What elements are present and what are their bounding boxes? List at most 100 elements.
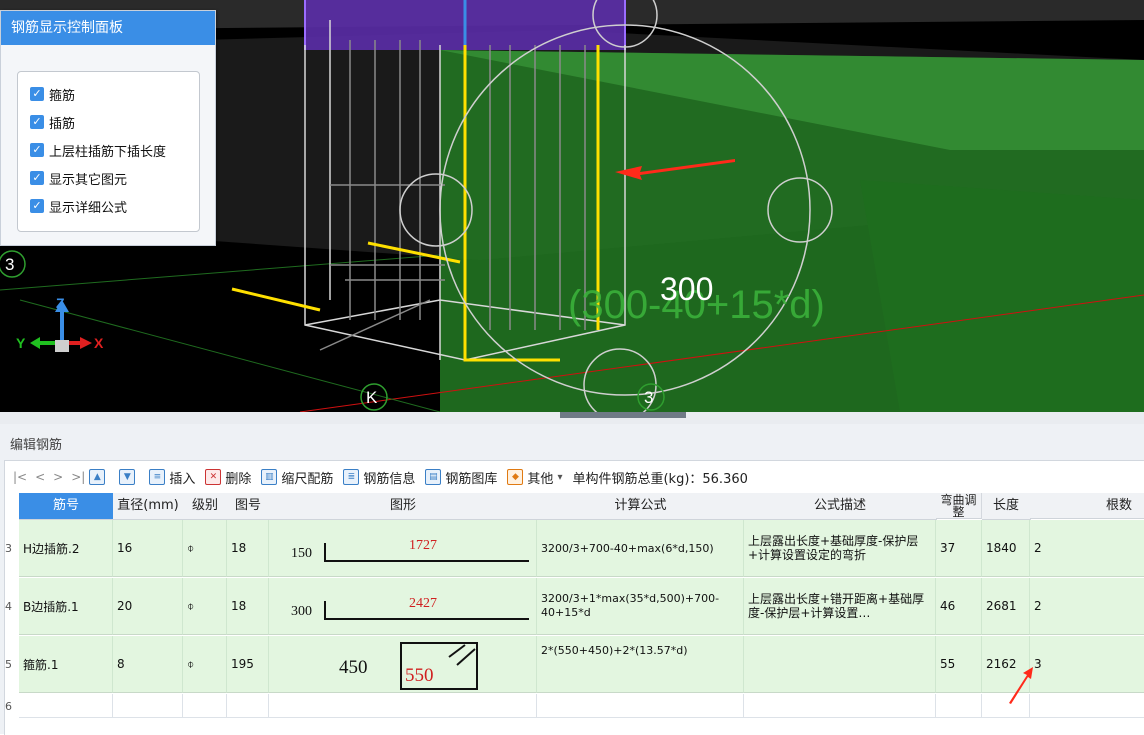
cell-length[interactable]: 1840 <box>982 520 1030 577</box>
checkbox-checked-icon[interactable]: ✓ <box>30 143 44 157</box>
col-header-bar-no[interactable]: 筋号 <box>19 493 114 520</box>
scale-rebar-button[interactable]: ▥ 缩尺配筋 <box>261 468 333 487</box>
other-label: 其他 <box>527 471 554 487</box>
nav-first-button[interactable]: |< <box>13 470 27 484</box>
cell-grade[interactable]: ⌽ <box>183 636 227 693</box>
cell-bend[interactable] <box>936 694 982 718</box>
col-header-length[interactable]: 长度 <box>982 493 1031 520</box>
shape-top-dim: 1727 <box>409 538 437 553</box>
axis-y-label: Y <box>16 335 26 351</box>
move-down-icon: ▼ <box>119 469 136 485</box>
axis-z-label: Z <box>56 295 65 311</box>
checkbox-checked-icon[interactable]: ✓ <box>30 87 44 101</box>
cell-grade[interactable]: ⌽ <box>183 520 227 577</box>
3d-viewport[interactable]: 3 K 3 (300-40+15*d) 300 Z X Y 钢筋显示控制面板 ✓… <box>0 0 1144 412</box>
checkbox-checked-icon[interactable]: ✓ <box>30 115 44 129</box>
row-number: 3 <box>5 542 12 555</box>
cell-formula[interactable]: 3200/3+700-40+max(6*d,150) <box>537 520 744 577</box>
scale-icon: ▥ <box>261 469 278 485</box>
cell-length[interactable]: 2681 <box>982 578 1030 635</box>
cell-grade[interactable] <box>183 694 227 718</box>
stirrup-shape-diagram: 450 550 <box>339 641 478 690</box>
cell-bend[interactable]: 55 <box>936 636 982 693</box>
axis-gizmo: Z X Y <box>16 295 104 352</box>
cell-bar-name[interactable]: B边插筋.1 <box>19 578 113 635</box>
control-panel-title: 钢筋显示控制面板 <box>1 11 215 45</box>
cell-shape[interactable]: 450 550 <box>269 636 537 693</box>
cell-grade[interactable]: ⌽ <box>183 578 227 635</box>
option-dowel[interactable]: ✓ 插筋 <box>30 112 75 132</box>
editor-title: 编辑钢筋 <box>10 438 63 453</box>
col-header-shape-no[interactable]: 图号 <box>227 493 270 520</box>
move-up-button[interactable]: ▲ <box>89 469 109 485</box>
cell-shape-no[interactable] <box>227 694 269 718</box>
axis-label-k: K <box>366 388 378 407</box>
row-number: 4 <box>5 600 12 613</box>
cell-formula[interactable]: 2*(550+450)+2*(13.57*d) <box>537 636 744 693</box>
cell-shape[interactable]: 150 1727 <box>269 520 537 577</box>
cell-diameter[interactable]: 8 <box>113 636 183 693</box>
cell-length[interactable] <box>982 694 1030 718</box>
delete-button[interactable]: ✕ 删除 <box>205 468 251 487</box>
cell-desc[interactable]: 上层露出长度+基础厚度-保护层+计算设置设定的弯折 <box>744 520 936 577</box>
cell-shape[interactable] <box>269 694 537 718</box>
insert-button[interactable]: ≡ 插入 <box>149 468 195 487</box>
cell-desc[interactable] <box>744 694 936 718</box>
delete-icon: ✕ <box>205 469 222 485</box>
shape-left-dim: 450 <box>339 657 368 678</box>
col-header-bend[interactable]: 弯曲调整 <box>936 493 982 519</box>
cell-formula[interactable] <box>537 694 744 718</box>
other-icon: ◆ <box>507 469 524 485</box>
rebar-display-control-panel: 钢筋显示控制面板 ✓ 箍筋 ✓ 插筋 ✓ 上层柱插筋下插长度 ✓ 显示其它图元 ✓ 显示详… <box>0 10 216 246</box>
col-header-count[interactable]: 根数 <box>1030 493 1144 519</box>
option-stirrup[interactable]: ✓ 箍筋 <box>30 84 75 104</box>
rebar-info-button[interactable]: ≣ 钢筋信息 <box>343 468 415 487</box>
cell-count[interactable]: 2 <box>1030 578 1144 635</box>
rebar-table: 筋号 直径(mm) 级别 图号 图形 计算公式 公式描述 弯曲调整 长度 根数 … <box>5 493 1144 731</box>
library-label: 钢筋图库 <box>445 471 498 487</box>
col-header-diameter[interactable]: 直径(mm) <box>113 493 184 520</box>
cell-bar-name[interactable]: 箍筋.1 <box>19 636 113 693</box>
cell-bend[interactable]: 37 <box>936 520 982 577</box>
nav-last-button[interactable]: >| <box>71 470 85 484</box>
cell-bend[interactable]: 46 <box>936 578 982 635</box>
foundation-side <box>860 180 1144 412</box>
rebar-library-button[interactable]: ▤ 钢筋图库 <box>425 468 497 487</box>
checkbox-checked-icon[interactable]: ✓ <box>30 171 44 185</box>
cell-diameter[interactable]: 16 <box>113 520 183 577</box>
panel-splitter[interactable] <box>0 412 1144 424</box>
cell-shape[interactable]: 300 2427 <box>269 578 537 635</box>
splitter-handle[interactable] <box>560 412 686 418</box>
col-header-formula[interactable]: 计算公式 <box>537 493 745 520</box>
shape-diagram: 300 2427 <box>291 596 529 620</box>
other-dropdown-button[interactable]: ◆ 其他 ▾ <box>507 468 562 487</box>
cell-formula[interactable]: 3200/3+1*max(35*d,500)+700-40+15*d <box>537 578 744 635</box>
option-label: 显示其它图元 <box>49 172 128 188</box>
checkbox-checked-icon[interactable]: ✓ <box>30 199 44 213</box>
editor-toolbar: |< < > >| ▲ ▼ ≡ 插入 ✕ 删除 ▥ 缩尺配筋 ≣ 钢筋信息 ▤ 钢筋图库 … <box>5 461 1144 493</box>
cell-shape-no[interactable]: 18 <box>227 520 269 577</box>
nav-next-button[interactable]: > <box>53 470 63 484</box>
cell-diameter[interactable]: 20 <box>113 578 183 635</box>
col-header-shape[interactable]: 图形 <box>269 493 538 520</box>
option-upper-dowel-length[interactable]: ✓ 上层柱插筋下插长度 <box>30 140 166 160</box>
cell-diameter[interactable] <box>113 694 183 718</box>
cell-desc[interactable]: 上层露出长度+错开距离+基础厚度-保护层+计算设置… <box>744 578 936 635</box>
cell-bar-name[interactable]: H边插筋.2 <box>19 520 113 577</box>
move-down-button[interactable]: ▼ <box>119 469 139 485</box>
cell-shape-no[interactable]: 195 <box>227 636 269 693</box>
cell-count[interactable]: 3 <box>1030 636 1144 693</box>
row-number: 6 <box>5 699 12 713</box>
cell-bar-name[interactable] <box>19 694 113 718</box>
col-header-desc[interactable]: 公式描述 <box>744 493 937 520</box>
option-show-other-elements[interactable]: ✓ 显示其它图元 <box>30 168 127 188</box>
cell-desc[interactable] <box>744 636 936 693</box>
scale-label: 缩尺配筋 <box>281 471 334 487</box>
control-panel-options: ✓ 箍筋 ✓ 插筋 ✓ 上层柱插筋下插长度 ✓ 显示其它图元 ✓ 显示详细公式 <box>17 71 200 232</box>
cell-count[interactable] <box>1030 694 1144 718</box>
cell-shape-no[interactable]: 18 <box>227 578 269 635</box>
nav-prev-button[interactable]: < <box>35 470 45 484</box>
cell-count[interactable]: 2 <box>1030 520 1144 577</box>
col-header-grade[interactable]: 级别 <box>183 493 228 520</box>
option-show-formula[interactable]: ✓ 显示详细公式 <box>30 196 127 216</box>
